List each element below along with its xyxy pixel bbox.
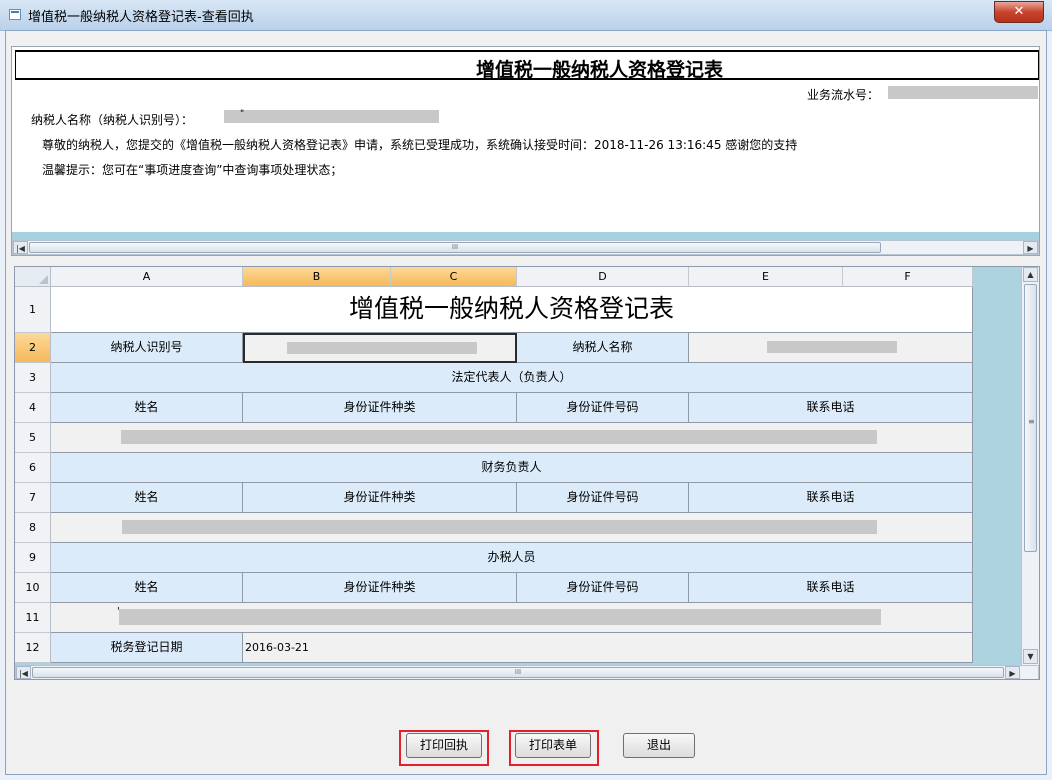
scroll-grip: III: [451, 243, 459, 251]
sheet-vscroll-thumb[interactable]: ≡: [1024, 284, 1037, 552]
taxpayer-name-value-cell[interactable]: [689, 333, 973, 363]
taxpayer-mark: ": [240, 109, 245, 119]
scroll-right-icon[interactable]: ▶: [1023, 241, 1038, 254]
finance-data-row[interactable]: [51, 513, 973, 543]
col-header-b[interactable]: B: [243, 267, 391, 287]
col-header-e[interactable]: E: [689, 267, 843, 287]
receipt-hscroll-thumb[interactable]: III: [29, 242, 881, 253]
row-header-8[interactable]: 8: [15, 513, 51, 543]
tax-officer-section[interactable]: 办税人员: [51, 543, 973, 573]
legal-rep-data-redacted: [121, 430, 877, 444]
row-header-2[interactable]: 2: [15, 333, 51, 363]
vscroll-grip: ≡: [1028, 417, 1035, 426]
receipt-divider: [12, 232, 1039, 240]
finance-phone-header[interactable]: 联系电话: [689, 483, 973, 513]
officer-data-row[interactable]: ': [51, 603, 973, 633]
row-header-12[interactable]: 12: [15, 633, 51, 663]
col-header-c[interactable]: C: [391, 267, 517, 287]
receipt-tip: 温馨提示：您可在“事项进度查询”中查询事项处理状态；: [42, 163, 343, 177]
legal-rep-id-type-header[interactable]: 身份证件种类: [243, 393, 517, 423]
row-header-7[interactable]: 7: [15, 483, 51, 513]
taxpayer-value-redacted: [224, 110, 439, 123]
row-header-6[interactable]: 6: [15, 453, 51, 483]
row-header-11[interactable]: 11: [15, 603, 51, 633]
reg-date-label-cell[interactable]: 税务登记日期: [51, 633, 243, 663]
scroll-left-icon[interactable]: |◀: [13, 241, 28, 254]
legal-rep-data-row[interactable]: [51, 423, 973, 453]
print-form-button[interactable]: 打印表单: [515, 733, 591, 758]
receipt-heading: 增值税一般纳税人资格登记表: [476, 59, 724, 81]
finance-id-no-header[interactable]: 身份证件号码: [517, 483, 689, 513]
finance-head-section[interactable]: 财务负责人: [51, 453, 973, 483]
window-title: 增值税一般纳税人资格登记表-查看回执: [28, 10, 254, 25]
sheet-hscroll-thumb[interactable]: III: [32, 667, 1004, 678]
row-header-4[interactable]: 4: [15, 393, 51, 423]
spreadsheet[interactable]: A B C D E F 1 2 3 4 5 6 7 8 9 10 11 12 增…: [14, 266, 1040, 680]
taxpayer-label: 纳税人名称（纳税人识别号）：: [31, 113, 194, 127]
sheet-scroll-left-icon[interactable]: |◀: [16, 666, 31, 679]
legal-rep-section[interactable]: 法定代表人（负责人）: [51, 363, 973, 393]
sheet-hscrollbar[interactable]: |◀ III ▶: [15, 665, 1039, 679]
col-header-a[interactable]: A: [51, 267, 243, 287]
officer-phone-header[interactable]: 联系电话: [689, 573, 973, 603]
officer-data-redacted: [119, 609, 881, 625]
exit-button[interactable]: 退出: [623, 733, 695, 758]
window-titlebar[interactable]: 增值税一般纳税人资格登记表-查看回执 ✕: [0, 0, 1052, 31]
receipt-hscrollbar[interactable]: |◀ III ▶: [12, 240, 1039, 255]
col-header-d[interactable]: D: [517, 267, 689, 287]
finance-id-type-header[interactable]: 身份证件种类: [243, 483, 517, 513]
taxpayer-name-redacted: [767, 341, 897, 353]
row-header-9[interactable]: 9: [15, 543, 51, 573]
sheet-title-cell[interactable]: 增值税一般纳税人资格登记表: [51, 287, 973, 333]
reg-date-value-cell[interactable]: 2016-03-21: [243, 633, 973, 663]
sheet-vscrollbar[interactable]: ▲ ≡ ▼: [1021, 267, 1039, 665]
print-receipt-button[interactable]: 打印回执: [406, 733, 482, 758]
serial-number-label: 业务流水号：: [807, 88, 880, 102]
officer-data-mark: ': [117, 606, 120, 617]
officer-id-no-header[interactable]: 身份证件号码: [517, 573, 689, 603]
taxpayer-id-value-cell[interactable]: [243, 333, 517, 363]
sheet-scroll-right-icon[interactable]: ▶: [1005, 666, 1020, 679]
select-all-corner[interactable]: [15, 267, 51, 287]
row-header-3[interactable]: 3: [15, 363, 51, 393]
taxpayer-id-label-cell[interactable]: 纳税人识别号: [51, 333, 243, 363]
taxpayer-id-redacted: [287, 342, 477, 354]
taxpayer-name-label-cell[interactable]: 纳税人名称: [517, 333, 689, 363]
finance-name-header[interactable]: 姓名: [51, 483, 243, 513]
legal-rep-phone-header[interactable]: 联系电话: [689, 393, 973, 423]
close-icon: ✕: [1013, 4, 1025, 19]
row-header-10[interactable]: 10: [15, 573, 51, 603]
col-header-f[interactable]: F: [843, 267, 973, 287]
sheet-scroll-grip: III: [514, 668, 522, 676]
app-icon: [9, 9, 21, 20]
finance-data-redacted: [122, 520, 877, 534]
officer-id-type-header[interactable]: 身份证件种类: [243, 573, 517, 603]
legal-rep-name-header[interactable]: 姓名: [51, 393, 243, 423]
receipt-heading-box: 增值税一般纳税人资格登记表: [15, 50, 1039, 81]
receipt-panel: 增值税一般纳税人资格登记表 业务流水号： 纳税人名称（纳税人识别号）： " 尊敬…: [11, 46, 1040, 256]
row-header-1[interactable]: 1: [15, 287, 51, 333]
receipt-message: 尊敬的纳税人，您提交的《增值税一般纳税人资格登记表》申请，系统已受理成功，系统确…: [42, 138, 798, 152]
close-button[interactable]: ✕: [994, 1, 1044, 23]
serial-number-value-redacted: [888, 86, 1038, 99]
legal-rep-id-no-header[interactable]: 身份证件号码: [517, 393, 689, 423]
row-header-5[interactable]: 5: [15, 423, 51, 453]
scroll-up-icon[interactable]: ▲: [1023, 267, 1038, 282]
officer-name-header[interactable]: 姓名: [51, 573, 243, 603]
scroll-down-icon[interactable]: ▼: [1023, 649, 1038, 664]
